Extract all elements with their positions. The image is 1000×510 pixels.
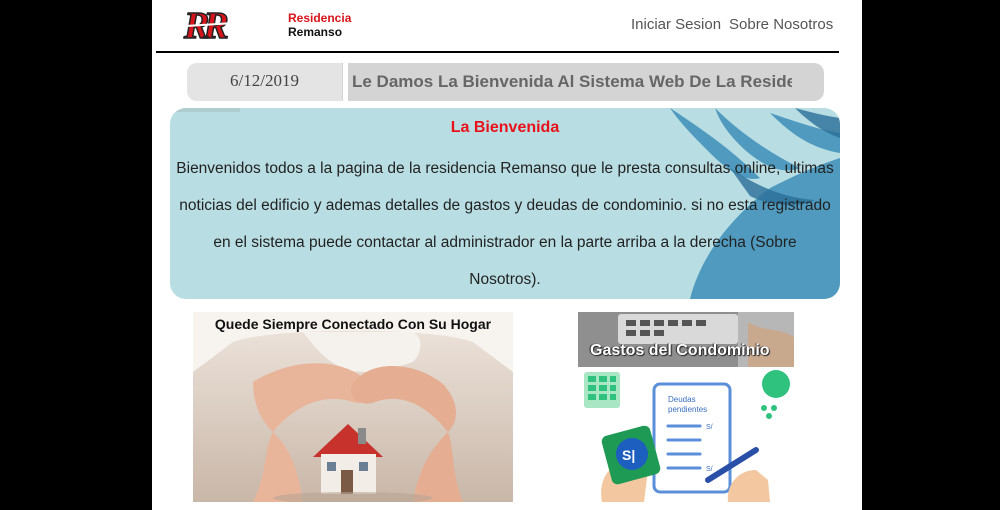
welcome-bar: 6/12/2019 Le Damos La Bienvenida Al Sist…	[187, 63, 824, 101]
welcome-card: La Bienvenida Bienvenidos todos a la pag…	[170, 108, 840, 299]
residencia-logo[interactable]: RR Residencia Remanso	[182, 8, 352, 42]
logo-text-residencia: Residencia	[288, 11, 352, 25]
hands-house-illustration	[193, 312, 513, 502]
nav-login-link[interactable]: Iniciar Sesion	[631, 16, 721, 33]
welcome-text: Bienvenidos todos a la pagina de la resi…	[176, 160, 834, 288]
connected-home-banner: Quede Siempre Conectado Con Su Hogar	[193, 312, 513, 502]
condo-expenses-label: Gastos del Condominio	[590, 342, 770, 359]
debts-title-line1: Deudas	[668, 395, 696, 404]
welcome-title: La Bienvenida	[450, 119, 560, 136]
condo-expenses-banner[interactable]: Gastos del Condominio	[578, 312, 794, 367]
nav-about-link[interactable]: Sobre Nosotros	[729, 16, 833, 33]
page-container: RR Residencia Remanso Iniciar Sesion Sob…	[152, 0, 862, 510]
logo-text-remanso: Remanso	[288, 25, 343, 39]
header-divider	[156, 51, 839, 53]
pending-debts-banner[interactable]: Deudas pendientes S/ S/ S|	[578, 370, 794, 502]
currency-symbol: S/	[706, 466, 713, 473]
bar-divider	[343, 63, 348, 101]
debts-title-line2: pendientes	[668, 405, 707, 414]
rr-logo-mark: RR	[182, 8, 283, 42]
welcome-marquee: Le Damos La Bienvenida Al Sistema Web De…	[352, 72, 792, 91]
debts-illustration: Deudas pendientes S/ S/ S|	[578, 370, 794, 502]
connected-home-label: Quede Siempre Conectado Con Su Hogar	[214, 316, 492, 332]
currency-badge: S|	[622, 447, 635, 463]
current-date: 6/12/2019	[187, 63, 342, 101]
currency-symbol: S/	[706, 424, 713, 431]
